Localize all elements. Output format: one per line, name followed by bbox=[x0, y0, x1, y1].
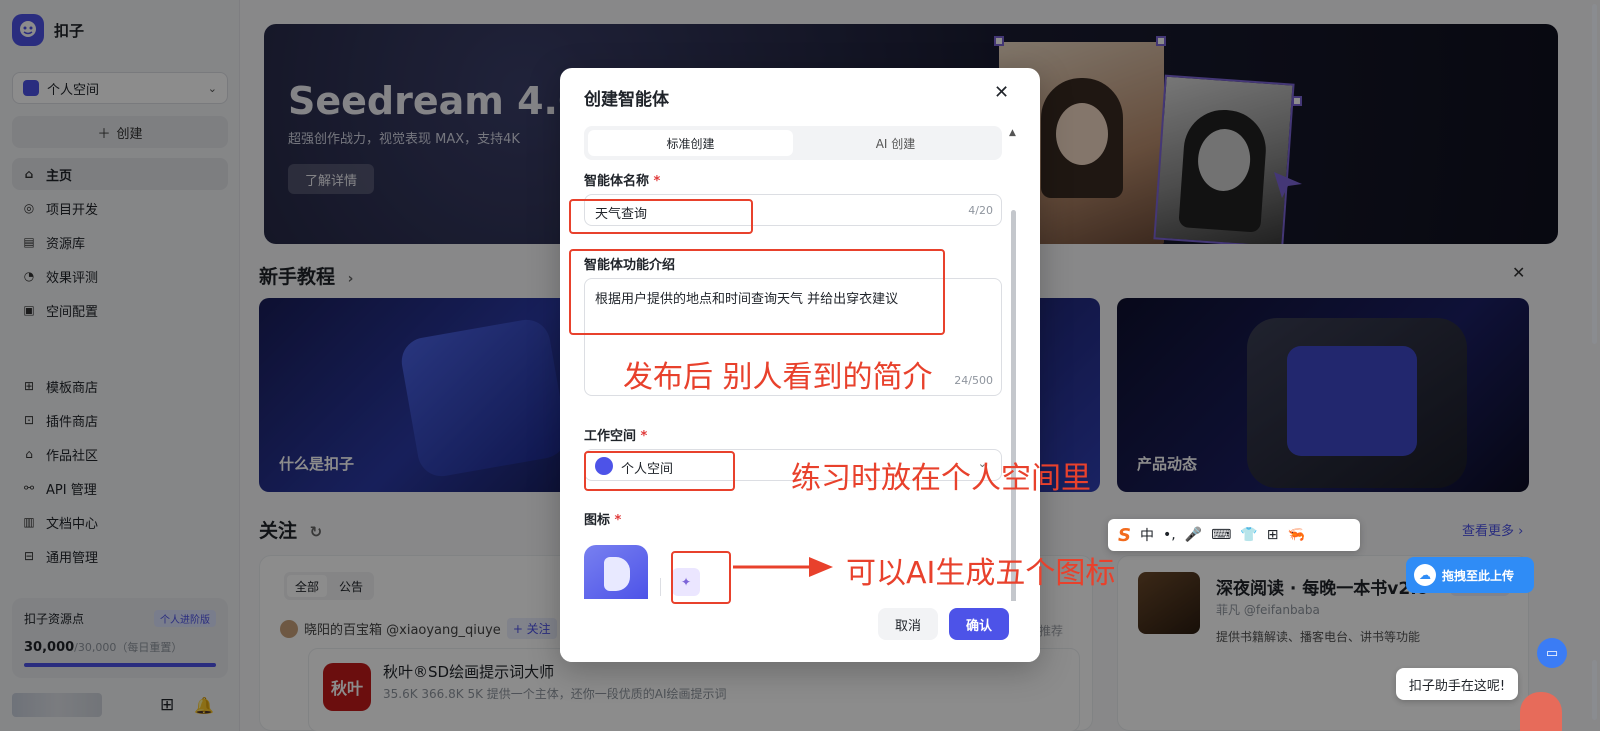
drag-upload-label: 拖拽至此上传 bbox=[1442, 568, 1515, 583]
modal-footer: 取消 确认 bbox=[560, 601, 1040, 662]
name-label-text: 智能体名称 bbox=[584, 174, 650, 189]
name-label: 智能体名称 * bbox=[584, 170, 660, 189]
cloud-upload-icon: ☁ bbox=[1414, 564, 1436, 586]
workspace-label-text: 工作空间 bbox=[584, 429, 637, 444]
icon-label-text: 图标 bbox=[584, 513, 611, 528]
scroll-up-icon[interactable]: ▲ bbox=[1009, 128, 1016, 138]
annotation-arrow bbox=[733, 557, 833, 577]
create-mode-tabs: 标准创建 AI 创建 bbox=[584, 126, 1002, 160]
annotation-box-icon bbox=[671, 551, 731, 604]
annotation-workspace-note: 练习时放在个人空间里 bbox=[791, 461, 1091, 496]
ime-chinese-toggle[interactable]: 中 bbox=[1140, 525, 1154, 545]
ime-toolbox-icon[interactable]: ⊞ bbox=[1267, 527, 1279, 543]
scroll-thumb[interactable] bbox=[1592, 660, 1597, 720]
confirm-button[interactable]: 确认 bbox=[949, 608, 1009, 640]
agent-avatar-icon[interactable] bbox=[584, 545, 648, 599]
ime-toolbar: S 中 •, 🎤 ⌨ 👕 ⊞ 🦐 bbox=[1108, 519, 1360, 551]
tab-ai[interactable]: AI 创建 bbox=[793, 130, 998, 156]
sogou-logo-icon[interactable]: S bbox=[1118, 525, 1131, 546]
tab-standard[interactable]: 标准创建 bbox=[588, 130, 793, 156]
helper-tooltip: 扣子助手在这呢! bbox=[1396, 668, 1518, 700]
required-mark: * bbox=[614, 513, 622, 528]
cancel-button[interactable]: 取消 bbox=[878, 608, 938, 640]
ime-punctuation-icon[interactable]: •, bbox=[1163, 527, 1176, 543]
ime-skin-icon[interactable]: 👕 bbox=[1240, 527, 1257, 543]
page-scrollbar[interactable] bbox=[1588, 0, 1600, 731]
divider bbox=[660, 578, 661, 596]
ime-keyboard-icon[interactable]: ⌨ bbox=[1211, 527, 1231, 543]
ime-microphone-icon[interactable]: 🎤 bbox=[1185, 527, 1202, 543]
required-mark: * bbox=[653, 174, 661, 189]
required-mark: * bbox=[640, 429, 648, 444]
chat-helper-icon[interactable]: ▭ bbox=[1537, 638, 1567, 668]
close-icon[interactable]: ✕ bbox=[994, 82, 1009, 103]
annotation-desc-note: 发布后 别人看到的简介 bbox=[623, 360, 933, 395]
scroll-thumb[interactable] bbox=[1592, 4, 1597, 344]
char-count: 24/500 bbox=[954, 374, 993, 387]
modal-title: 创建智能体 bbox=[584, 90, 669, 110]
drag-upload-button[interactable]: ☁ 拖拽至此上传 bbox=[1406, 557, 1534, 593]
ime-mascot-icon[interactable]: 🦐 bbox=[1288, 527, 1305, 543]
annotation-box-desc bbox=[569, 249, 945, 335]
annotation-box-workspace bbox=[584, 451, 735, 491]
mascot-icon[interactable] bbox=[1520, 692, 1562, 731]
char-count: 4/20 bbox=[968, 204, 993, 217]
annotation-box-name bbox=[569, 199, 753, 234]
icon-label: 图标 * bbox=[584, 509, 621, 528]
annotation-icon-note: 可以AI生成五个图标 bbox=[846, 556, 1116, 591]
workspace-label: 工作空间 * bbox=[584, 425, 647, 444]
